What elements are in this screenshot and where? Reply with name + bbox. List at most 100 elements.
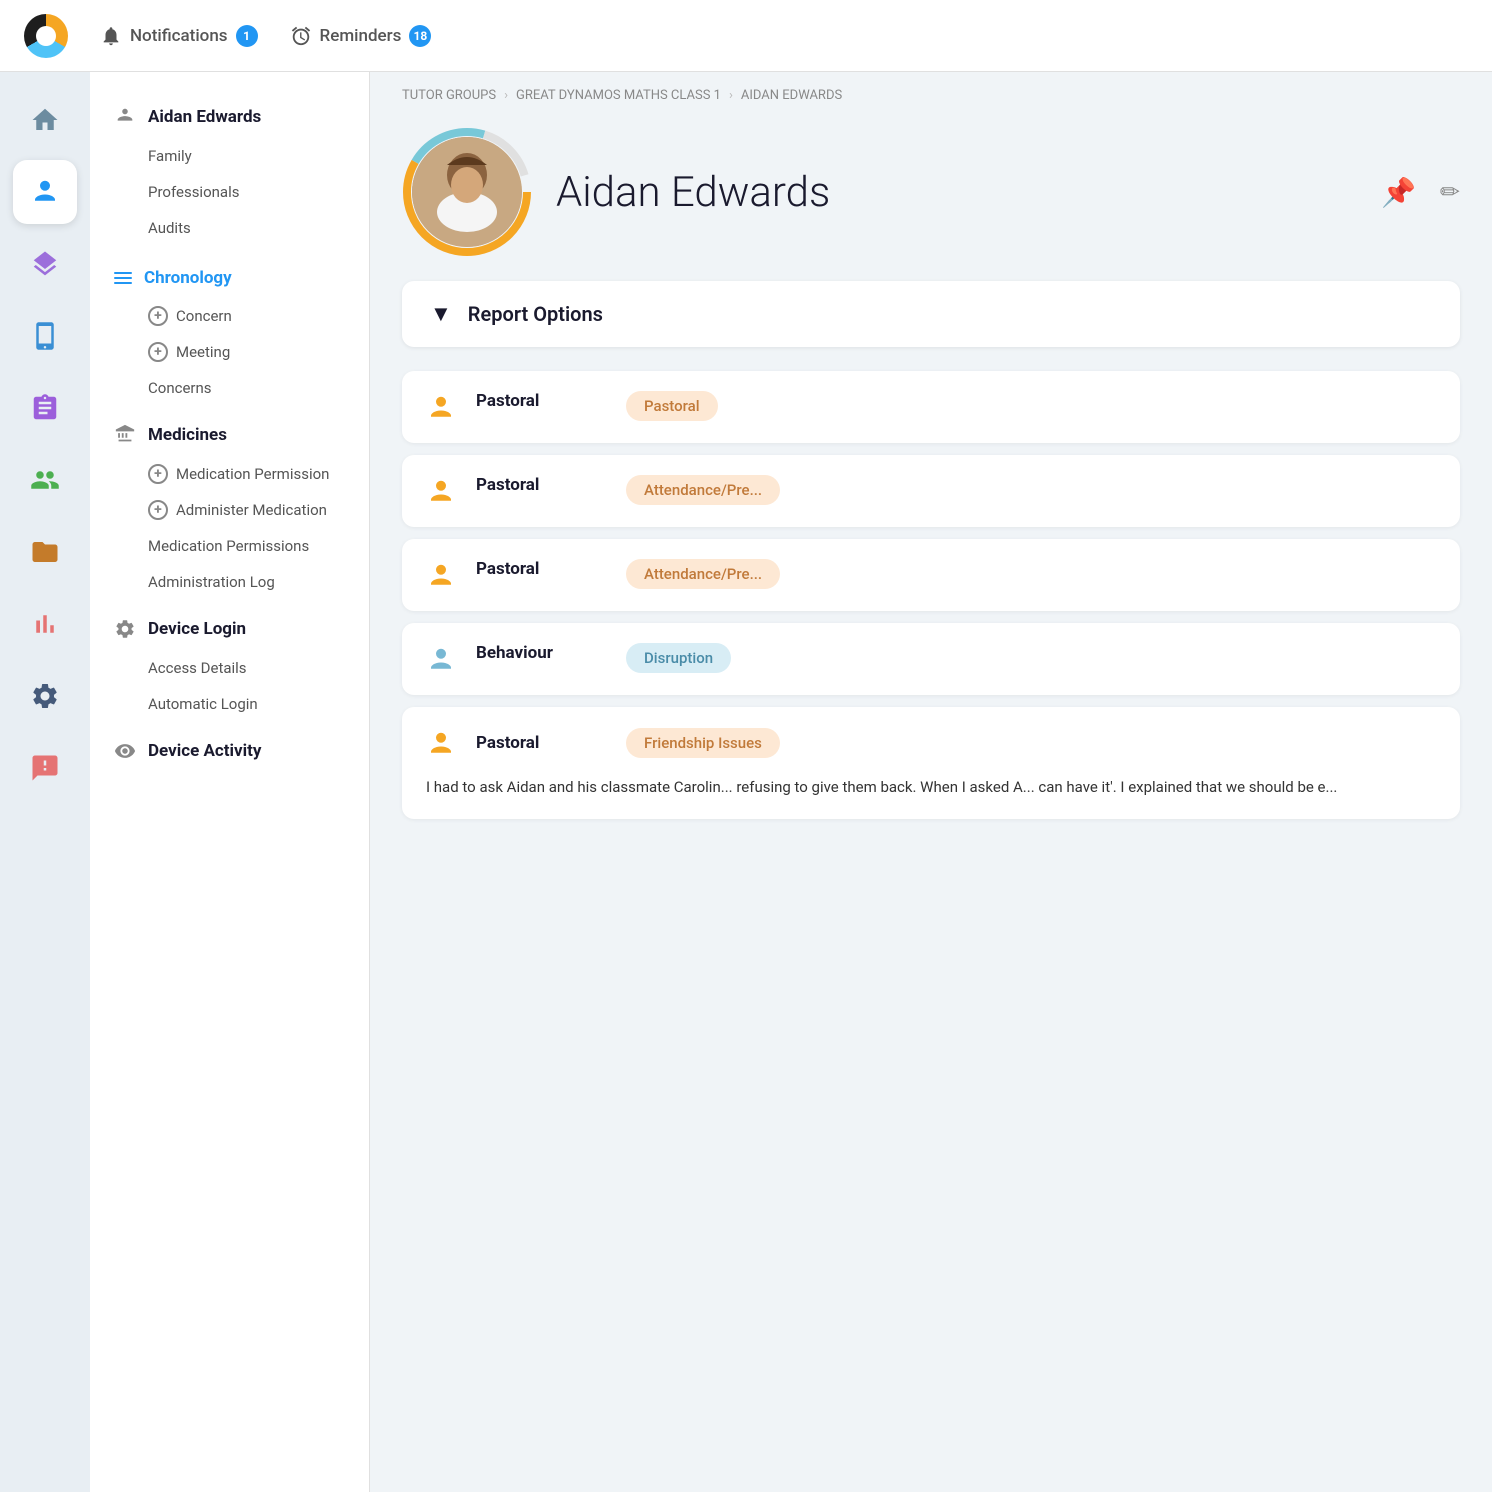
sidebar-automatic-login[interactable]: Automatic Login [90, 686, 369, 722]
folder-icon [30, 537, 60, 567]
entry-badge: Pastoral [626, 391, 718, 421]
entry-badge: Attendance/Pre... [626, 475, 780, 505]
sidebar-student-header[interactable]: Aidan Edwards [90, 96, 369, 138]
breadcrumb-class[interactable]: GREAT DYNAMOS MATHS CLASS 1 [516, 88, 721, 103]
layers-icon [30, 249, 60, 279]
add-circle-icon: + [148, 306, 168, 326]
funnel-icon: ▼ [430, 301, 452, 327]
report-options-label: Report Options [468, 302, 603, 326]
sidebar-access-details[interactable]: Access Details [90, 650, 369, 686]
sidebar-chronology[interactable]: Chronology [90, 258, 369, 298]
profile-header: Aidan Edwards 📌 ✏ [370, 111, 1492, 281]
student-photo [412, 137, 522, 247]
nav-folder[interactable] [13, 520, 77, 584]
nav-settings[interactable] [13, 664, 77, 728]
device-login-icon [114, 618, 136, 640]
entry-badge: Disruption [626, 643, 731, 673]
person-icon [30, 177, 60, 207]
sidebar-medicines-header[interactable]: Medicines [90, 414, 369, 456]
avatar-container [402, 127, 532, 257]
device-activity-label: Device Activity [148, 741, 261, 761]
nav-group[interactable] [13, 448, 77, 512]
alarm-icon [290, 25, 312, 47]
device-activity-icon [114, 740, 136, 762]
sidebar-audits[interactable]: Audits [90, 210, 369, 246]
home-icon [30, 105, 60, 135]
breadcrumb-student: AIDAN EDWARDS [741, 88, 842, 103]
sidebar-admin-log[interactable]: Administration Log [90, 564, 369, 600]
person-icon-orange [426, 477, 456, 507]
breadcrumb: TUTOR GROUPS › GREAT DYNAMOS MATHS CLASS… [370, 72, 1492, 111]
nav-person[interactable] [13, 160, 77, 224]
add-circle-icon: + [148, 464, 168, 484]
notifications-button[interactable]: Notifications 1 [100, 25, 258, 47]
menu-lines-icon [114, 272, 132, 284]
entry-row: Pastoral Attendance/Pre... [402, 539, 1460, 611]
nav-home[interactable] [13, 88, 77, 152]
nav-chart[interactable] [13, 592, 77, 656]
sidebar-device-activity-header[interactable]: Device Activity [90, 730, 369, 772]
notifications-label: Notifications [130, 26, 228, 46]
icon-nav [0, 72, 90, 1492]
edit-button[interactable]: ✏ [1440, 178, 1460, 206]
device-login-label: Device Login [148, 619, 246, 639]
sidebar-device-login-header[interactable]: Device Login [90, 608, 369, 650]
pin-button[interactable]: 📌 [1381, 176, 1416, 209]
add-circle-icon: + [148, 342, 168, 362]
nav-layers[interactable] [13, 232, 77, 296]
sidebar-add-medication-permission[interactable]: + Medication Permission [90, 456, 369, 492]
report-options-button[interactable]: ▼ Report Options [402, 281, 1460, 347]
app-logo[interactable] [24, 14, 68, 58]
entry-badge: Attendance/Pre... [626, 559, 780, 589]
entry-row: Pastoral Pastoral [402, 371, 1460, 443]
entry-category: Pastoral [476, 733, 606, 753]
medicines-label: Medicines [148, 425, 227, 445]
breadcrumb-sep1: › [504, 88, 508, 103]
timeline: Pastoral Pastoral Pastoral Attendance/Pr… [370, 371, 1492, 819]
main-layout: Aidan Edwards Family Professionals Audit… [0, 72, 1492, 1492]
group-icon [30, 465, 60, 495]
entry-row: Pastoral Attendance/Pre... [402, 455, 1460, 527]
avatar [412, 137, 522, 247]
entry-row: Behaviour Disruption [402, 623, 1460, 695]
settings-icon [30, 681, 60, 711]
nav-device[interactable] [13, 304, 77, 368]
medicines-icon [114, 424, 136, 446]
profile-name-area: Aidan Edwards [556, 168, 1357, 217]
chronology-label: Chronology [144, 268, 232, 288]
sidebar-family[interactable]: Family [90, 138, 369, 174]
nav-help[interactable] [13, 736, 77, 800]
person-icon-orange [426, 729, 456, 759]
last-entry-header: Pastoral Friendship Issues [402, 707, 1460, 775]
reminders-badge: 18 [409, 25, 431, 47]
main-content: TUTOR GROUPS › GREAT DYNAMOS MATHS CLASS… [370, 72, 1492, 1492]
student-icon [114, 106, 136, 128]
sidebar-medication-permissions[interactable]: Medication Permissions [90, 528, 369, 564]
reminders-button[interactable]: Reminders 18 [290, 25, 432, 47]
sidebar-add-concern[interactable]: + Concern [90, 298, 369, 334]
person-icon-orange [426, 561, 456, 591]
entry-category: Pastoral [476, 475, 606, 495]
sidebar-concerns[interactable]: Concerns [90, 370, 369, 406]
sidebar: Aidan Edwards Family Professionals Audit… [90, 72, 370, 1492]
nav-clipboard[interactable] [13, 376, 77, 440]
last-entry-row: Pastoral Friendship Issues I had to ask … [402, 707, 1460, 819]
entry-badge-friendship: Friendship Issues [626, 728, 780, 758]
breadcrumb-tutor-groups[interactable]: TUTOR GROUPS [402, 88, 496, 103]
notifications-badge: 1 [236, 25, 258, 47]
person-icon-orange [426, 393, 456, 423]
chart-icon [30, 609, 60, 639]
help-icon [30, 753, 60, 783]
device-icon [30, 321, 60, 351]
topbar: Notifications 1 Reminders 18 [0, 0, 1492, 72]
person-icon-blue [426, 645, 456, 675]
sidebar-student-name: Aidan Edwards [148, 107, 261, 127]
add-circle-icon: + [148, 500, 168, 520]
sidebar-add-administer[interactable]: + Administer Medication [90, 492, 369, 528]
entry-category: Pastoral [476, 391, 606, 411]
sidebar-professionals[interactable]: Professionals [90, 174, 369, 210]
entry-text: I had to ask Aidan and his classmate Car… [402, 775, 1460, 819]
sidebar-add-meeting[interactable]: + Meeting [90, 334, 369, 370]
breadcrumb-sep2: › [729, 88, 733, 103]
entry-category: Pastoral [476, 559, 606, 579]
